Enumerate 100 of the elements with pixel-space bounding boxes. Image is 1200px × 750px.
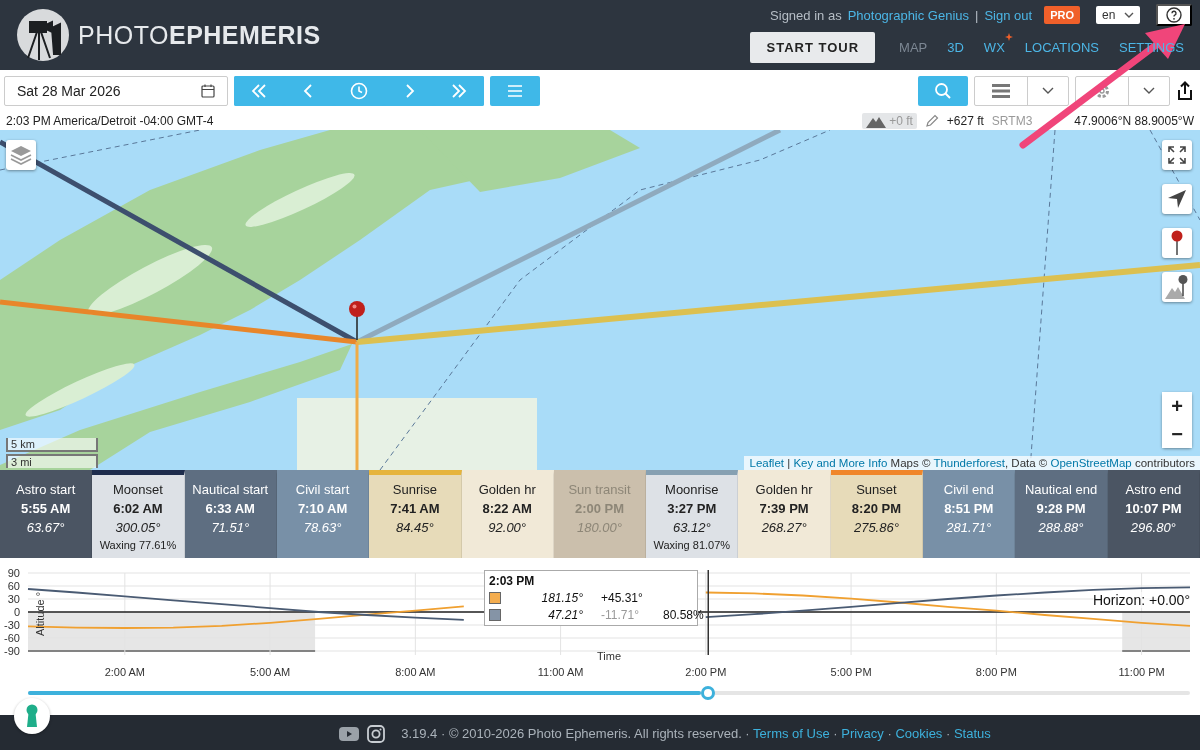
zoom-out-button[interactable]: − [1162,420,1192,448]
layers-button[interactable] [6,140,36,170]
caret-icon [1143,87,1155,95]
zoom-in-button[interactable]: + [1162,392,1192,420]
event-label: Moonrise [665,481,719,499]
event-time: 3:27 PM [667,500,717,518]
moon-phase: Waxing 77.61% [99,538,177,553]
event-card[interactable]: Sunset 8:20 PM 275.86° [830,470,924,558]
app-logo-text: PHOTOEPHEMERIS [78,20,321,50]
map-scale: 5 km [6,438,98,452]
event-label: Nautical end [1024,481,1098,499]
video-play-icon[interactable] [339,726,360,741]
event-card[interactable]: Astro start 5:55 AM 63.67° [0,470,93,558]
y-tick-label: 90 [7,567,20,579]
footer-link[interactable]: Status [953,726,991,741]
keyhole-button[interactable] [14,698,50,734]
event-card[interactable]: Nautical end 9:28 PM 288.88° [1015,470,1108,558]
x-tick-label: 5:00 AM [249,666,291,678]
x-tick-label: 8:00 AM [395,666,436,678]
x-tick-label: 2:00 AM [104,666,145,678]
event-azimuth: 300.05° [115,519,161,537]
y-tick-label: 30 [7,593,20,605]
x-tick-label: 11:00 AM [537,666,584,678]
rows-icon [992,84,1010,98]
event-time: 8:22 AM [482,500,532,518]
azimuth-value: 47.21° [547,608,583,622]
menu-button[interactable] [490,76,540,106]
y-tick-label: -60 [4,632,20,644]
elevation-pin-button[interactable] [1162,272,1192,302]
event-card[interactable]: Moonset 6:02 AM 300.05° Waxing 77.61% [92,470,185,558]
event-azimuth: 63.12° [672,519,711,537]
event-card[interactable]: Moonrise 3:27 PM 63.12° Waxing 81.07% [646,470,739,558]
event-azimuth: 281.71° [946,519,992,537]
illumination-value: 80.58% [663,608,704,622]
help-button[interactable] [1156,4,1192,26]
map-scale: 3 mi [6,454,98,468]
event-azimuth: 63.67° [26,519,65,537]
event-card[interactable]: Golden hr 7:39 PM 268.27° [738,470,831,558]
attribution-link[interactable]: Key and More Info [793,457,888,469]
event-card[interactable]: Nautical start 6:33 AM 71.51° [184,470,277,558]
footer-link[interactable]: Terms of Use [753,726,830,741]
pro-badge: PRO [1044,6,1080,24]
help-icon [1166,7,1182,23]
attribution-link[interactable]: OpenStreetMap [1050,457,1132,469]
event-card[interactable]: Astro end 10:07 PM 296.80° [1107,470,1200,558]
time-slider[interactable] [28,686,1190,700]
event-label: Astro end [1125,481,1182,499]
nav-tab[interactable]: 3D [939,36,972,59]
event-card[interactable]: Civil start 7:10 AM 78.63° [276,470,370,558]
pin-button[interactable] [1162,228,1192,258]
nav-tab[interactable]: WX [975,36,1013,59]
event-card[interactable]: Civil end 8:51 PM 281.71° [923,470,1016,558]
user-link[interactable]: Photographic Genius [847,7,970,23]
location-pin-icon[interactable] [348,300,366,342]
map-attribution: Leaflet | Key and More Info Maps © Thunderforest, Data © OpenStreetMap contributors [744,456,1200,470]
event-azimuth: 180.00° [577,519,622,537]
event-azimuth: 288.88° [1038,519,1084,537]
menu-icon [507,84,523,98]
event-azimuth: 275.86° [853,519,899,537]
language-select[interactable]: en [1096,6,1140,24]
layers-icon [10,145,32,165]
event-card[interactable]: Sunrise 7:41 AM 84.45° [369,470,462,558]
x-tick-label: 2:00 PM [685,666,727,678]
camera-outline-icon[interactable] [367,724,386,743]
event-card[interactable]: Golden hr 8:22 AM 92.00° [461,470,554,558]
event-time: 7:39 PM [759,500,809,518]
nav-tab[interactable]: LOCATIONS [1016,36,1107,59]
event-azimuth: 78.63° [303,519,342,537]
y-tick-label: 0 [13,606,20,618]
event-time: 7:41 AM [390,500,440,518]
elevation-value: +627 ft [946,114,984,128]
nav-tab[interactable]: MAP [891,36,936,59]
event-label: Civil start [295,481,350,499]
event-time: 8:20 PM [851,500,901,518]
slider-thumb[interactable] [700,686,715,700]
sign-out-link[interactable]: Sign out [984,7,1033,23]
layout-select[interactable] [974,76,1069,106]
footer-link[interactable]: Cookies [895,726,943,741]
attribution-link[interactable]: Leaflet [749,457,784,469]
fullscreen-button[interactable] [1162,140,1192,170]
event-label: Nautical start [192,481,269,499]
navigation-arrow-icon [1167,189,1187,209]
event-label: Golden hr [755,481,813,499]
event-time: 5:55 AM [20,500,71,518]
start-tour-button[interactable]: START TOUR [750,32,876,63]
footer-link[interactable]: Privacy [841,726,884,741]
date-field[interactable]: Sat 28 Mar 2026 [4,76,228,106]
share-icon[interactable] [1176,81,1194,101]
event-time: 7:10 AM [297,500,348,518]
clock-icon [349,81,369,101]
camera-tripod-logo-icon [16,8,70,62]
elevation-source[interactable]: SRTM3 [991,114,1033,128]
event-label: Moonset [113,481,163,499]
event-time: 9:28 PM [1036,500,1086,518]
mountain-pin-icon [1165,274,1189,300]
locate-button[interactable] [1162,184,1192,214]
search-button[interactable] [918,76,968,106]
pencil-icon[interactable] [924,114,939,128]
attribution-link[interactable]: Thunderforest [933,457,1005,469]
map-pin-icon [1171,230,1183,256]
